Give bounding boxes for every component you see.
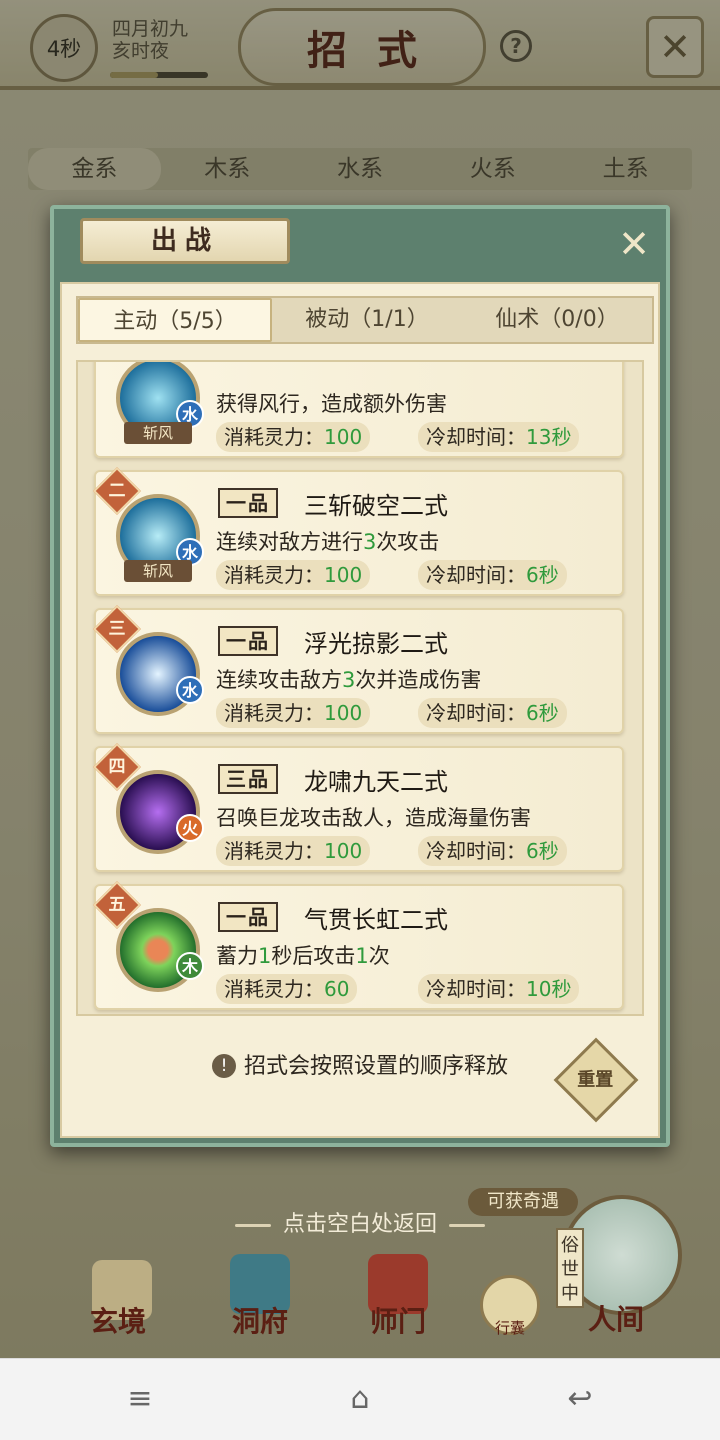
- skill-name: 三斩破空二式: [304, 492, 448, 520]
- skill-card[interactable]: 水 斩风 获得风行，造成额外伤害 消耗灵力：100 冷却时间：13秒: [94, 362, 624, 458]
- mana-value: 100: [324, 425, 363, 449]
- mana-label: 消耗灵力：: [224, 701, 324, 725]
- nav-xuanjing[interactable]: 玄境: [90, 1300, 146, 1340]
- mana-cost: 消耗灵力：100: [216, 422, 371, 452]
- cooldown-label: 冷却时间：: [426, 563, 526, 587]
- mana-value: 100: [324, 563, 363, 587]
- skill-type-tabs: 主动（5/5） 被动（1/1） 仙术（0/0）: [76, 296, 654, 344]
- skill-desc: 连续攻击敌方3次并造成伤害: [216, 668, 482, 692]
- skill-name: 气贯长虹二式: [304, 906, 448, 934]
- skill-card[interactable]: 五 木 一品 气贯长虹二式 蓄力1秒后攻击1次 消耗灵力：60 冷却时间：10秒: [92, 880, 624, 1010]
- mana-cost: 消耗灵力：60: [216, 974, 358, 1004]
- menu-icon[interactable]: ≡: [120, 1379, 160, 1419]
- back-icon[interactable]: ↩: [560, 1379, 600, 1419]
- tier-badge: 三品: [218, 764, 278, 794]
- return-hint[interactable]: 点击空白处返回: [0, 1206, 720, 1238]
- tab-immortal-arts[interactable]: 仙术（0/0）: [462, 298, 652, 342]
- mana-value: 60: [324, 977, 350, 1001]
- skill-name: 浮光掠影二式: [304, 630, 448, 658]
- skill-card[interactable]: 四 火 三品 龙啸九天二式 召唤巨龙攻击敌人，造成海量伤害 消耗灵力：100 冷…: [92, 742, 624, 872]
- info-icon: !: [211, 1054, 236, 1078]
- mana-cost: 消耗灵力：100: [216, 560, 371, 590]
- cooldown-label: 冷却时间：: [426, 839, 526, 863]
- cooldown: 冷却时间：6秒: [418, 560, 567, 590]
- element-badge-icon: 水: [176, 676, 204, 704]
- tier-badge: 一品: [218, 902, 278, 932]
- element-badge-icon: 火: [176, 814, 204, 842]
- icon-caption: 斩风: [124, 422, 192, 444]
- icon-caption: 斩风: [124, 560, 192, 582]
- skill-desc: 获得风行，造成额外伤害: [216, 392, 447, 416]
- element-badge-icon: 木: [176, 952, 204, 980]
- skill-card[interactable]: 三 水 一品 浮光掠影二式 连续攻击敌方3次并造成伤害 消耗灵力：100 冷却时…: [92, 604, 624, 734]
- home-icon[interactable]: ⌂: [340, 1379, 380, 1419]
- mana-value: 100: [324, 839, 363, 863]
- world-label: 人间: [588, 1303, 645, 1336]
- cooldown-value: 6秒: [526, 563, 559, 587]
- cooldown: 冷却时间：6秒: [418, 836, 567, 866]
- tab-active-skills[interactable]: 主动（5/5）: [78, 298, 272, 342]
- tier-badge: 一品: [218, 626, 278, 656]
- system-nav-bar: ≡ ⌂ ↩: [0, 1358, 720, 1440]
- reset-label: 重置: [577, 1069, 614, 1091]
- cooldown-label: 冷却时间：: [426, 425, 526, 449]
- skill-list[interactable]: 水 斩风 获得风行，造成额外伤害 消耗灵力：100 冷却时间：13秒 二 水 斩…: [76, 360, 644, 1016]
- cooldown: 冷却时间：13秒: [418, 422, 580, 452]
- cooldown: 冷却时间：10秒: [418, 974, 580, 1004]
- skill-desc: 蓄力1秒后攻击1次: [216, 944, 390, 968]
- mana-cost: 消耗灵力：100: [216, 836, 371, 866]
- cooldown-value: 13秒: [526, 425, 572, 449]
- mana-label: 消耗灵力：: [224, 425, 324, 449]
- cooldown: 冷却时间：6秒: [418, 698, 567, 728]
- tier-badge: 一品: [218, 488, 278, 518]
- world-status-tag: 俗世中: [556, 1228, 584, 1308]
- mana-cost: 消耗灵力：100: [216, 698, 371, 728]
- dialog-title: 出战: [80, 218, 290, 264]
- mana-value: 100: [324, 701, 363, 725]
- mana-label: 消耗灵力：: [224, 977, 324, 1001]
- order-tip-text: 招式会按照设置的顺序释放: [243, 1054, 508, 1079]
- cooldown-value: 10秒: [526, 977, 572, 1001]
- bag-button[interactable]: 行囊: [480, 1275, 540, 1337]
- skill-card[interactable]: 二 水 斩风 一品 三斩破空二式 连续对敌方进行3次攻击 消耗灵力：100 冷却…: [92, 466, 624, 596]
- mana-label: 消耗灵力：: [224, 563, 324, 587]
- cooldown-label: 冷却时间：: [426, 977, 526, 1001]
- mana-label: 消耗灵力：: [224, 839, 324, 863]
- game-screen: { "top": {"timer": "4秒", "date_line1": "…: [0, 0, 720, 1440]
- cooldown-value: 6秒: [526, 701, 559, 725]
- cooldown-value: 6秒: [526, 839, 559, 863]
- nav-dongfu[interactable]: 洞府: [232, 1300, 288, 1340]
- skill-desc: 连续对敌方进行3次攻击: [216, 530, 440, 554]
- nav-shimen[interactable]: 师门: [370, 1300, 426, 1340]
- cooldown-label: 冷却时间：: [426, 701, 526, 725]
- skill-name: 龙啸九天二式: [304, 768, 448, 796]
- skill-desc: 召唤巨龙攻击敌人，造成海量伤害: [216, 806, 531, 830]
- close-icon[interactable]: ✕: [612, 222, 656, 266]
- tab-passive-skills[interactable]: 被动（1/1）: [272, 298, 462, 342]
